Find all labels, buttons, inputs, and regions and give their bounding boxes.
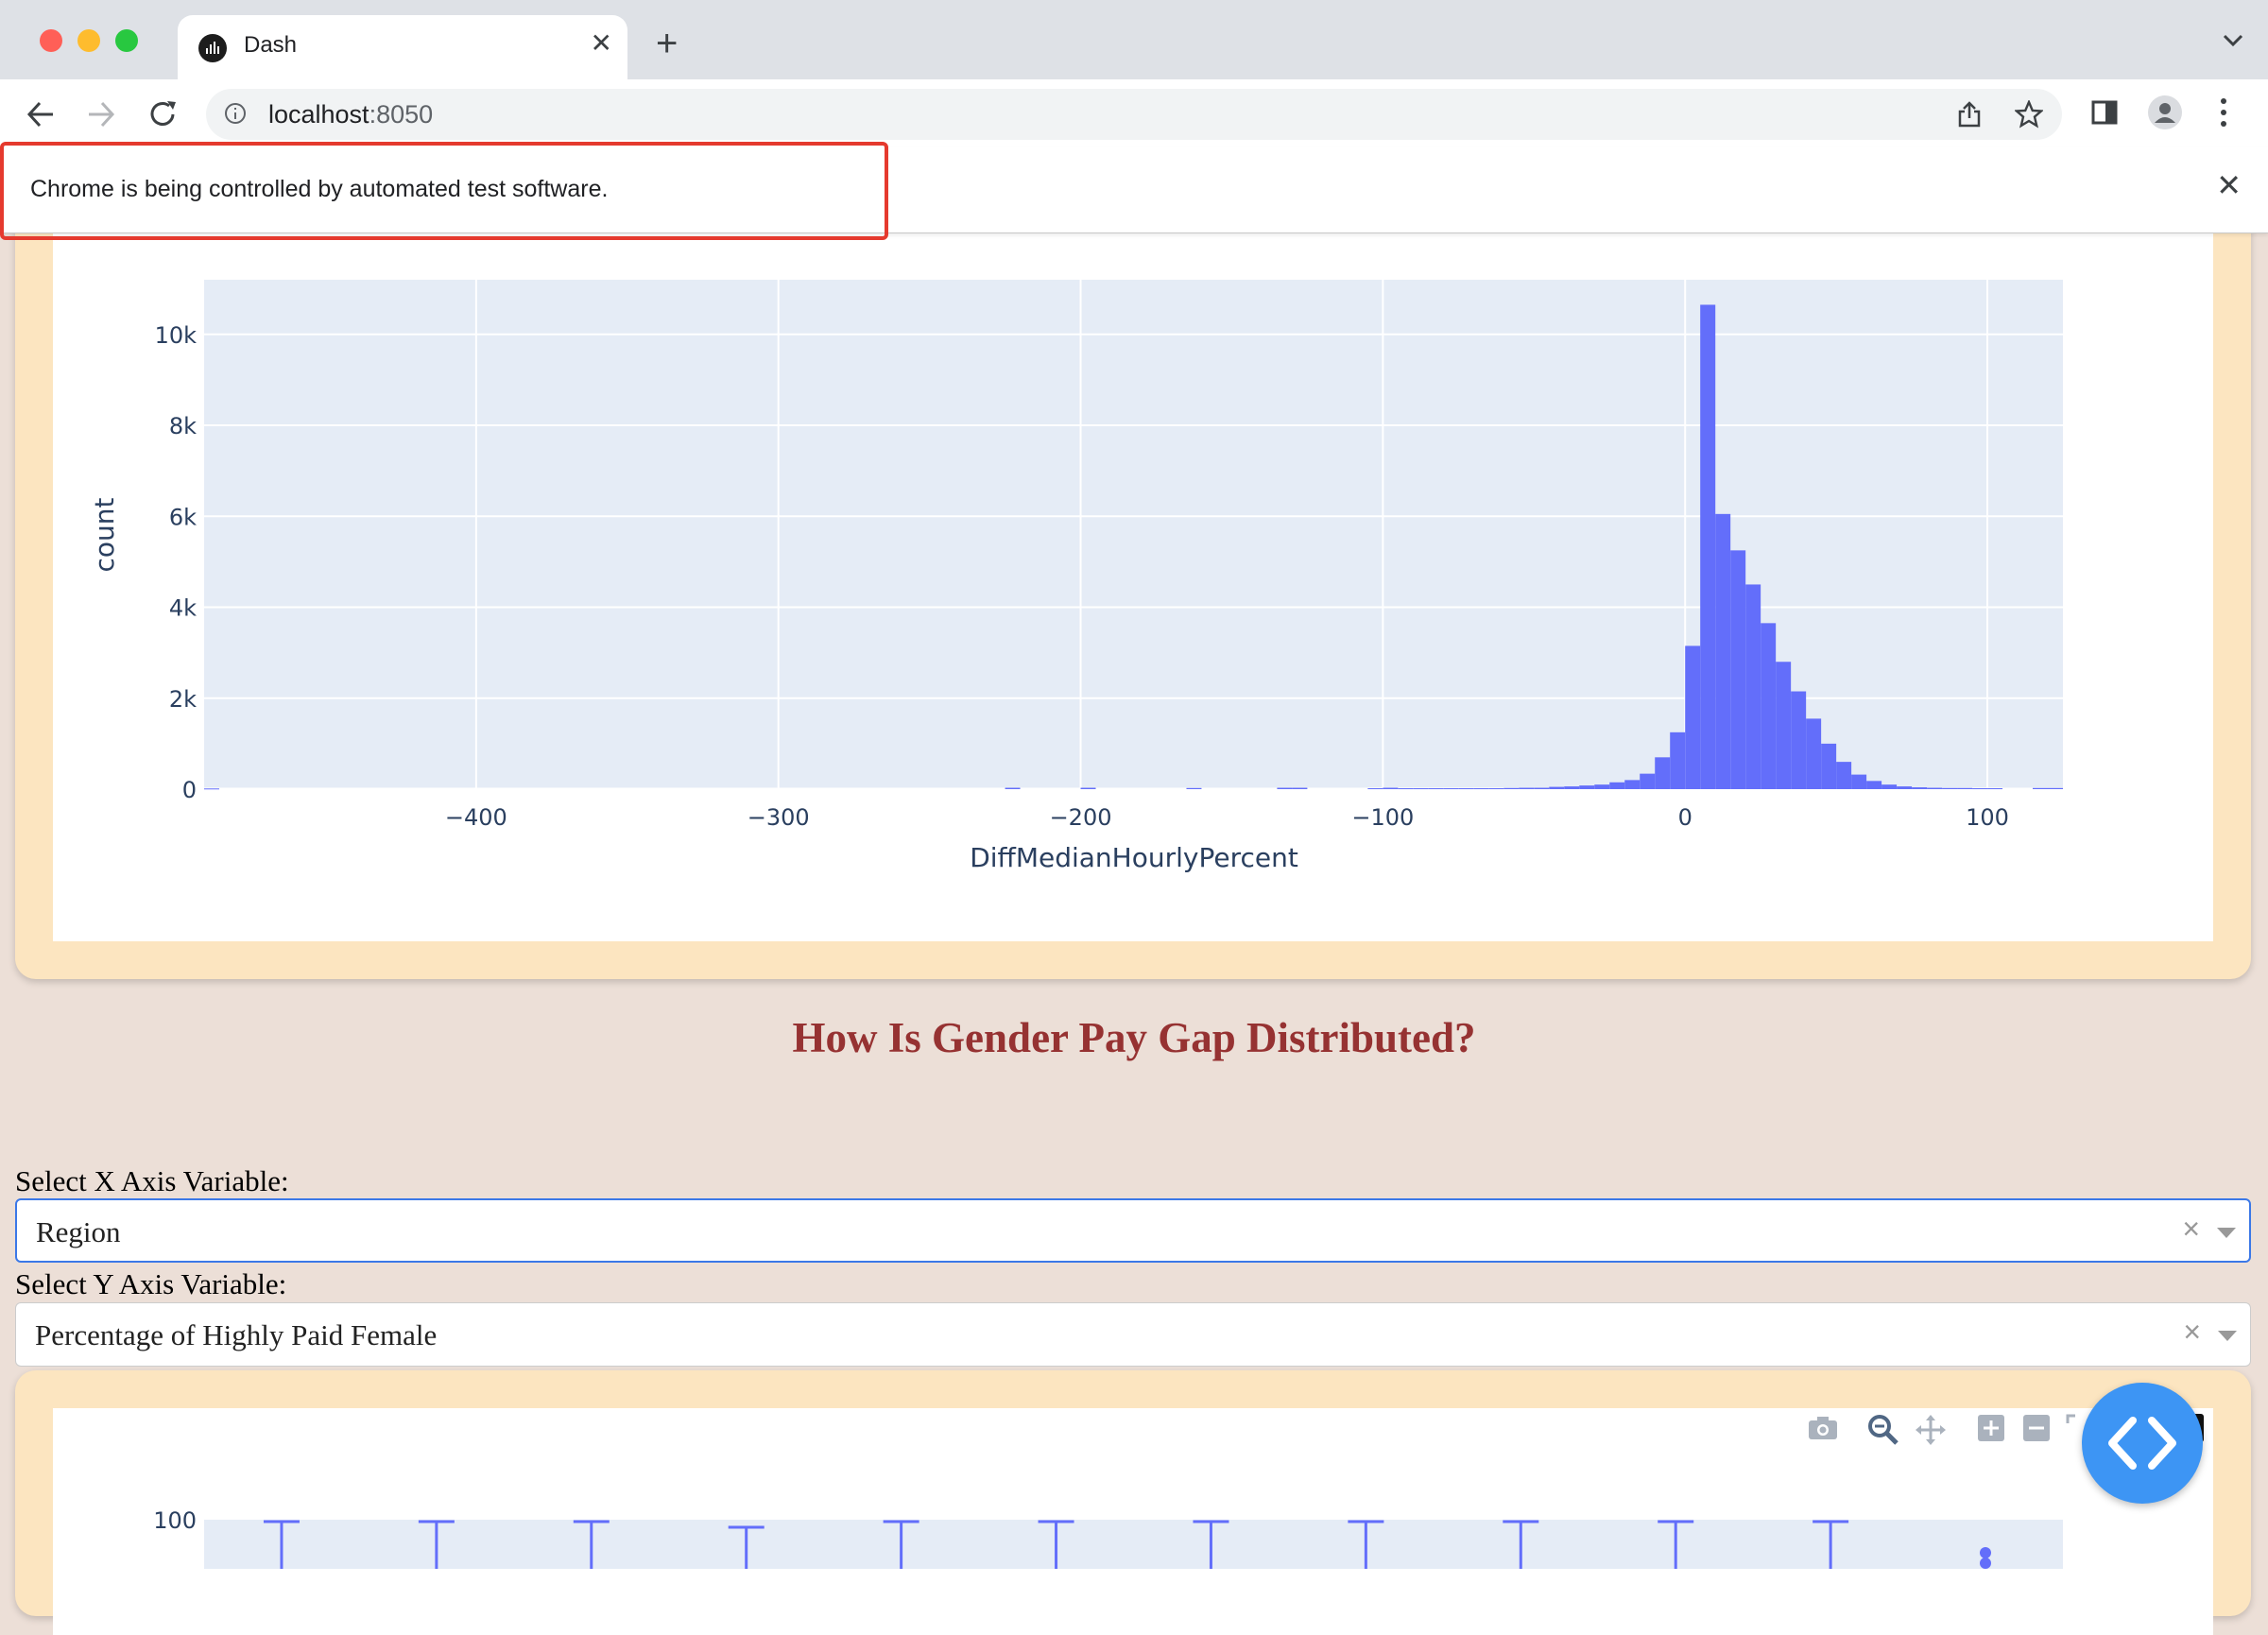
histogram-bar <box>1383 787 1399 789</box>
histogram-bar <box>1443 788 1459 790</box>
x-axis-select-label: Select X Axis Variable: <box>15 1164 289 1197</box>
histogram-y-axis-title: count <box>89 497 120 572</box>
x-axis-dropdown-arrow-icon[interactable] <box>2217 1228 2236 1238</box>
histogram-bar <box>1488 788 1504 790</box>
histogram-bar <box>1776 662 1792 789</box>
x-tick-label: −400 <box>445 804 507 831</box>
y-tick-label: 10k <box>155 322 198 349</box>
histogram-y-ticks: 0 2k 4k 6k 8k 10k <box>155 322 198 803</box>
histogram-bar <box>204 788 219 790</box>
section-heading: How Is Gender Pay Gap Distributed? <box>792 1014 1476 1061</box>
boxplot-chart: 100 <box>153 1507 2063 1569</box>
histogram-x-axis-title: DiffMedianHourlyPercent <box>970 842 1298 873</box>
camera-icon[interactable] <box>1807 1414 1839 1442</box>
histogram-bar <box>1640 773 1656 789</box>
histogram-bar <box>1594 784 1610 789</box>
histogram-bar <box>1519 787 1535 789</box>
x-tick-label: 0 <box>1678 804 1692 831</box>
histogram-bar <box>2033 787 2049 789</box>
x-tick-label: −200 <box>1050 804 1112 831</box>
code-brackets-icon <box>2108 1417 2176 1470</box>
highlight-annotation-box <box>0 142 888 240</box>
zoom-icon[interactable] <box>1867 1414 1899 1446</box>
histogram-bar <box>1851 774 1867 789</box>
histogram-bar <box>1186 787 1202 789</box>
x-axis-dropdown[interactable]: Region × <box>15 1198 2251 1263</box>
histogram-bar <box>1700 304 1716 789</box>
y-axis-dropdown-value: Percentage of Highly Paid Female <box>35 1318 438 1351</box>
histogram-bar <box>1987 788 2003 790</box>
y-tick-label: 2k <box>169 686 197 713</box>
histogram-bar <box>1549 786 1565 789</box>
histogram-bar <box>1503 787 1520 789</box>
histogram-bar <box>1685 645 1701 789</box>
y-axis-select-label: Select Y Axis Variable: <box>15 1267 287 1300</box>
histogram-bar <box>1655 757 1671 789</box>
x-axis-clear-icon[interactable]: × <box>2182 1213 2200 1244</box>
boxplot-outlier-point <box>1980 1558 1991 1569</box>
histogram-bar <box>1881 784 1898 789</box>
histogram-bar <box>1745 584 1761 789</box>
y-tick-label: 6k <box>169 504 197 530</box>
boxplot-plot-area <box>204 1520 2063 1569</box>
histogram-x-ticks: −400 −300 −200 −100 0 100 <box>445 804 2009 831</box>
dash-devtools-button[interactable] <box>2082 1383 2203 1504</box>
histogram-bar <box>1624 780 1641 789</box>
y-tick-label: 4k <box>169 595 197 622</box>
x-tick-label: −300 <box>747 804 810 831</box>
histogram-bar <box>1564 786 1580 789</box>
histogram-bar <box>1292 787 1308 789</box>
histogram-bar <box>1866 781 1882 789</box>
histogram-bar <box>1912 787 1928 789</box>
histogram-bar <box>1413 788 1429 790</box>
histogram-bar <box>1080 787 1096 789</box>
x-axis-dropdown-value: Region <box>36 1215 121 1248</box>
histogram-bar <box>1670 731 1686 789</box>
histogram-bar <box>1458 788 1474 790</box>
histogram-bar <box>1609 782 1625 789</box>
histogram-bar <box>1579 785 1595 789</box>
histogram-bar <box>2048 787 2063 789</box>
histogram-bar <box>1821 743 1837 789</box>
histogram-bar <box>1791 691 1807 789</box>
x-tick-label: −100 <box>1351 804 1414 831</box>
histogram-bar <box>1428 788 1444 790</box>
x-tick-label: 100 <box>1966 804 2009 831</box>
y-axis-clear-icon[interactable]: × <box>2183 1317 2201 1347</box>
histogram-bar <box>1897 786 1913 789</box>
histogram-bar <box>1730 550 1746 789</box>
y-axis-dropdown[interactable]: Percentage of Highly Paid Female × <box>15 1302 2251 1367</box>
y-tick-label: 8k <box>169 413 197 439</box>
histogram-bar <box>1806 718 1822 789</box>
histogram-bar <box>1005 787 1021 789</box>
histogram-bar <box>1277 787 1293 789</box>
histogram-bar <box>1927 787 1943 789</box>
zoom-out-icon[interactable] <box>2022 1414 2051 1442</box>
histogram-bar <box>1398 788 1414 790</box>
y-axis-dropdown-arrow-icon[interactable] <box>2218 1331 2237 1341</box>
histogram-bar <box>1473 788 1489 790</box>
histogram-bar <box>1836 762 1852 789</box>
zoom-in-icon[interactable] <box>1977 1414 2005 1442</box>
histogram-bar <box>1942 787 1958 789</box>
histogram-bar <box>1534 787 1550 789</box>
y-tick-label: 100 <box>153 1507 197 1534</box>
pan-icon[interactable] <box>1915 1414 1947 1446</box>
histogram-bar <box>1957 787 1973 789</box>
y-tick-label: 0 <box>182 777 197 803</box>
histogram-bar <box>1761 623 1777 789</box>
infobar-close-icon[interactable]: ✕ <box>2216 170 2242 200</box>
histogram-bar <box>1367 788 1383 790</box>
histogram-bar <box>1972 788 1988 790</box>
boxplot-outlier-point <box>1980 1547 1991 1558</box>
boxplot-y-ticks: 100 <box>153 1507 197 1534</box>
histogram-bar <box>1715 513 1731 789</box>
